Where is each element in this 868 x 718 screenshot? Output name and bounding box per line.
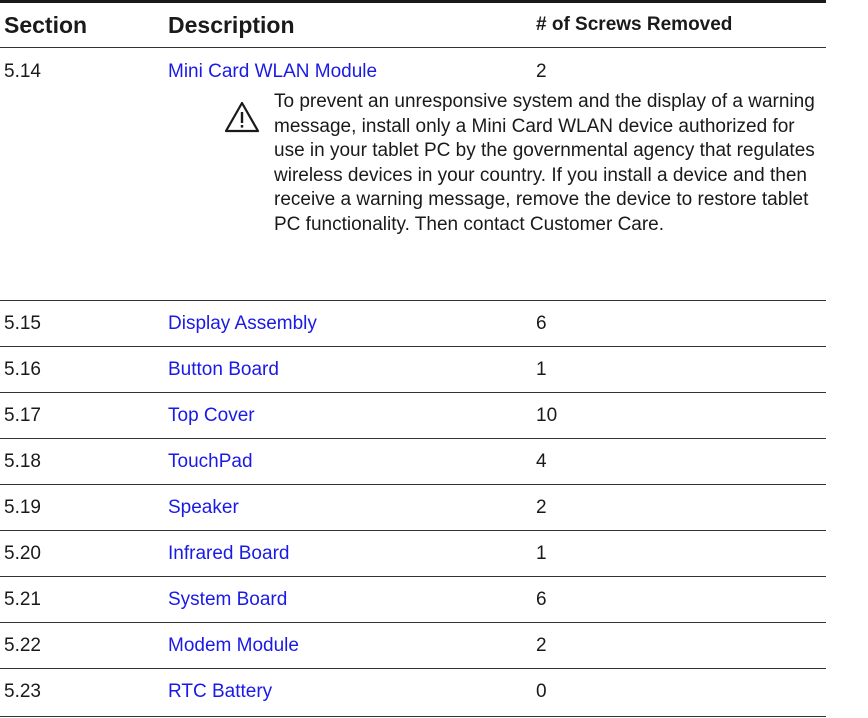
section-link[interactable]: Speaker	[168, 497, 239, 519]
header-section: Section	[4, 12, 88, 38]
section-link[interactable]: Top Cover	[168, 405, 255, 427]
section-number: 5.18	[4, 451, 41, 472]
row-rule	[0, 392, 826, 393]
row-rule	[0, 576, 826, 577]
screw-count: 2	[536, 635, 547, 656]
header-description: Description	[168, 12, 295, 38]
section-number: 5.21	[4, 589, 41, 610]
row-rule	[0, 484, 826, 485]
section-number: 5.17	[4, 405, 41, 426]
section-link[interactable]: System Board	[168, 589, 287, 611]
section-number: 5.19	[4, 497, 41, 518]
caution-note: To prevent an unresponsive system and th…	[274, 90, 819, 237]
row-rule	[0, 346, 826, 347]
section-link[interactable]: RTC Battery	[168, 681, 272, 703]
section-link[interactable]: TouchPad	[168, 451, 253, 473]
caution-text: To prevent an unresponsive system and th…	[274, 91, 815, 235]
screw-count: 6	[536, 313, 547, 334]
screw-count: 1	[536, 543, 547, 564]
screw-count: 2	[536, 497, 547, 518]
row-rule	[0, 668, 826, 669]
screw-count: 2	[536, 61, 547, 82]
section-number: 5.16	[4, 359, 41, 380]
table-bottom-rule	[0, 716, 826, 717]
row-rule	[0, 530, 826, 531]
header-screws-removed: # of Screws Removed	[536, 14, 733, 35]
screw-count: 0	[536, 681, 547, 702]
section-number: 5.15	[4, 313, 41, 334]
section-number: 5.22	[4, 635, 41, 656]
screw-count: 10	[536, 405, 558, 426]
section-number: 5.14	[4, 61, 41, 82]
row-rule	[0, 300, 826, 301]
section-link[interactable]: Display Assembly	[168, 313, 317, 335]
section-link[interactable]: Mini Card WLAN Module	[168, 61, 377, 83]
screw-count: 1	[536, 359, 547, 380]
section-link[interactable]: Infrared Board	[168, 543, 289, 565]
screw-count: 6	[536, 589, 547, 610]
table-top-rule	[0, 0, 826, 3]
section-number: 5.23	[4, 681, 41, 702]
header-rule	[0, 47, 826, 48]
section-number: 5.20	[4, 543, 41, 564]
section-link[interactable]: Modem Module	[168, 635, 299, 657]
screw-count: 4	[536, 451, 547, 472]
row-rule	[0, 622, 826, 623]
row-rule	[0, 438, 826, 439]
section-link[interactable]: Button Board	[168, 359, 279, 381]
warning-triangle-icon	[224, 101, 260, 133]
